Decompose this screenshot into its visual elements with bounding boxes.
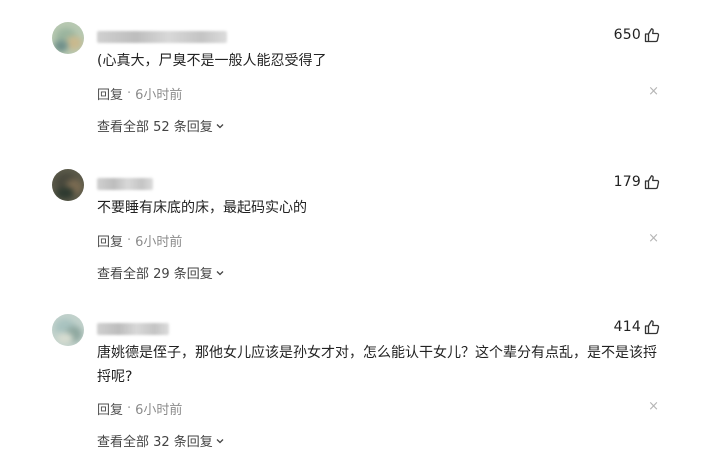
view-replies-link[interactable]: 查看全部 52 条回复	[97, 116, 225, 135]
chevron-down-icon	[213, 121, 225, 131]
like-count: 179	[613, 174, 641, 190]
username-blurred[interactable]	[97, 178, 153, 190]
comment-list: 650 (心真大，尸臭不是一般人能忍受得了 回复 · 6小时前 × 查看全部 5…	[0, 0, 709, 467]
username-blurred[interactable]	[97, 31, 227, 43]
timestamp: 6小时前	[135, 403, 183, 418]
comment-text: 唐姚德是侄子，那他女儿应该是孙女才对，怎么能认干女儿？这个辈分有点乱，是不是该捋…	[97, 345, 657, 385]
chevron-down-icon	[213, 436, 225, 446]
reply-button[interactable]: 回复	[97, 399, 123, 418]
avatar[interactable]	[52, 169, 84, 201]
like-count: 650	[613, 27, 641, 43]
close-icon[interactable]: ×	[648, 231, 659, 246]
comment-meta: 回复 · 6小时前	[97, 399, 182, 418]
thumb-up-icon[interactable]	[644, 319, 660, 335]
view-replies-label: 查看全部 32 条回复	[97, 435, 213, 450]
chevron-down-icon	[213, 268, 225, 278]
comment-text: 不要睡有床底的床，最起码实心的	[97, 200, 307, 216]
view-replies-label: 查看全部 29 条回复	[97, 267, 213, 282]
view-replies-link[interactable]: 查看全部 32 条回复	[97, 431, 225, 450]
avatar[interactable]	[52, 314, 84, 346]
separator-dot: ·	[127, 233, 132, 248]
like-count: 414	[613, 319, 641, 335]
thumb-up-icon[interactable]	[644, 27, 660, 43]
separator-dot: ·	[127, 86, 132, 101]
username-blurred[interactable]	[97, 323, 169, 335]
separator-dot: ·	[127, 401, 132, 416]
view-replies-link[interactable]: 查看全部 29 条回复	[97, 263, 225, 282]
avatar[interactable]	[52, 22, 84, 54]
timestamp: 6小时前	[135, 235, 183, 250]
comment-text: (心真大，尸臭不是一般人能忍受得了	[97, 53, 327, 69]
comment-meta: 回复 · 6小时前	[97, 84, 182, 103]
timestamp: 6小时前	[135, 88, 183, 103]
close-icon[interactable]: ×	[648, 84, 659, 99]
view-replies-label: 查看全部 52 条回复	[97, 120, 213, 135]
close-icon[interactable]: ×	[648, 399, 659, 414]
comment-meta: 回复 · 6小时前	[97, 231, 182, 250]
like-button[interactable]: 414	[614, 319, 660, 335]
reply-button[interactable]: 回复	[97, 84, 123, 103]
thumb-up-icon[interactable]	[644, 174, 660, 190]
like-button[interactable]: 650	[614, 27, 660, 43]
reply-button[interactable]: 回复	[97, 231, 123, 250]
like-button[interactable]: 179	[614, 174, 660, 190]
